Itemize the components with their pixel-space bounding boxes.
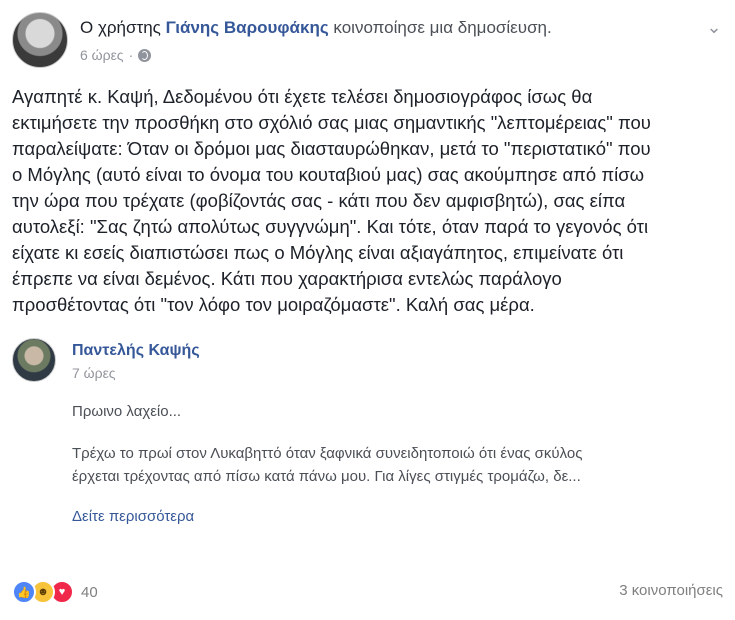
- author-avatar[interactable]: [12, 12, 68, 68]
- shared-timestamp[interactable]: 7 ώρες: [72, 365, 116, 381]
- like-icon: 👍: [12, 580, 36, 604]
- post-footer: 👍 ☻ ♥ 40 3 κοινοποιήσεις: [12, 580, 723, 604]
- see-more-link[interactable]: Δείτε περισσότερα: [72, 508, 194, 525]
- reactions-summary[interactable]: 👍 ☻ ♥ 40: [12, 580, 98, 604]
- post-header: Ο χρήστης Γιάνης Βαρουφάκης κοινοποίησε …: [12, 12, 723, 72]
- post-body-text: Αγαπητέ κ. Καψή, Δεδομένου ότι έχετε τελ…: [12, 86, 651, 315]
- shared-author-avatar[interactable]: [12, 338, 56, 382]
- shares-count-link[interactable]: 3 κοινοποιήσεις: [619, 582, 723, 599]
- post-headline: Ο χρήστης Γιάνης Βαρουφάκης κοινοποίησε …: [80, 18, 552, 38]
- post-timestamp[interactable]: 6 ώρες: [80, 47, 124, 63]
- headline-action: κοινοποίησε μια δημοσίευση.: [333, 18, 552, 37]
- shared-author-name-link[interactable]: Παντελής Καψής: [72, 342, 200, 360]
- post-meta: 6 ώρες ·: [80, 47, 152, 63]
- globe-icon[interactable]: [138, 48, 152, 62]
- meta-separator: ·: [128, 47, 134, 63]
- shared-title: Πρωινο λαχείο...: [72, 403, 182, 420]
- shared-body-text: Τρέχω το πρωί στον Λυκαβηττό όταν ξαφνικ…: [72, 445, 583, 485]
- chevron-down-icon[interactable]: ⌄: [705, 18, 723, 36]
- headline-prefix: Ο χρήστης: [80, 18, 161, 37]
- author-name-link[interactable]: Γιάνης Βαρουφάκης: [166, 18, 329, 37]
- reaction-count[interactable]: 40: [81, 584, 98, 601]
